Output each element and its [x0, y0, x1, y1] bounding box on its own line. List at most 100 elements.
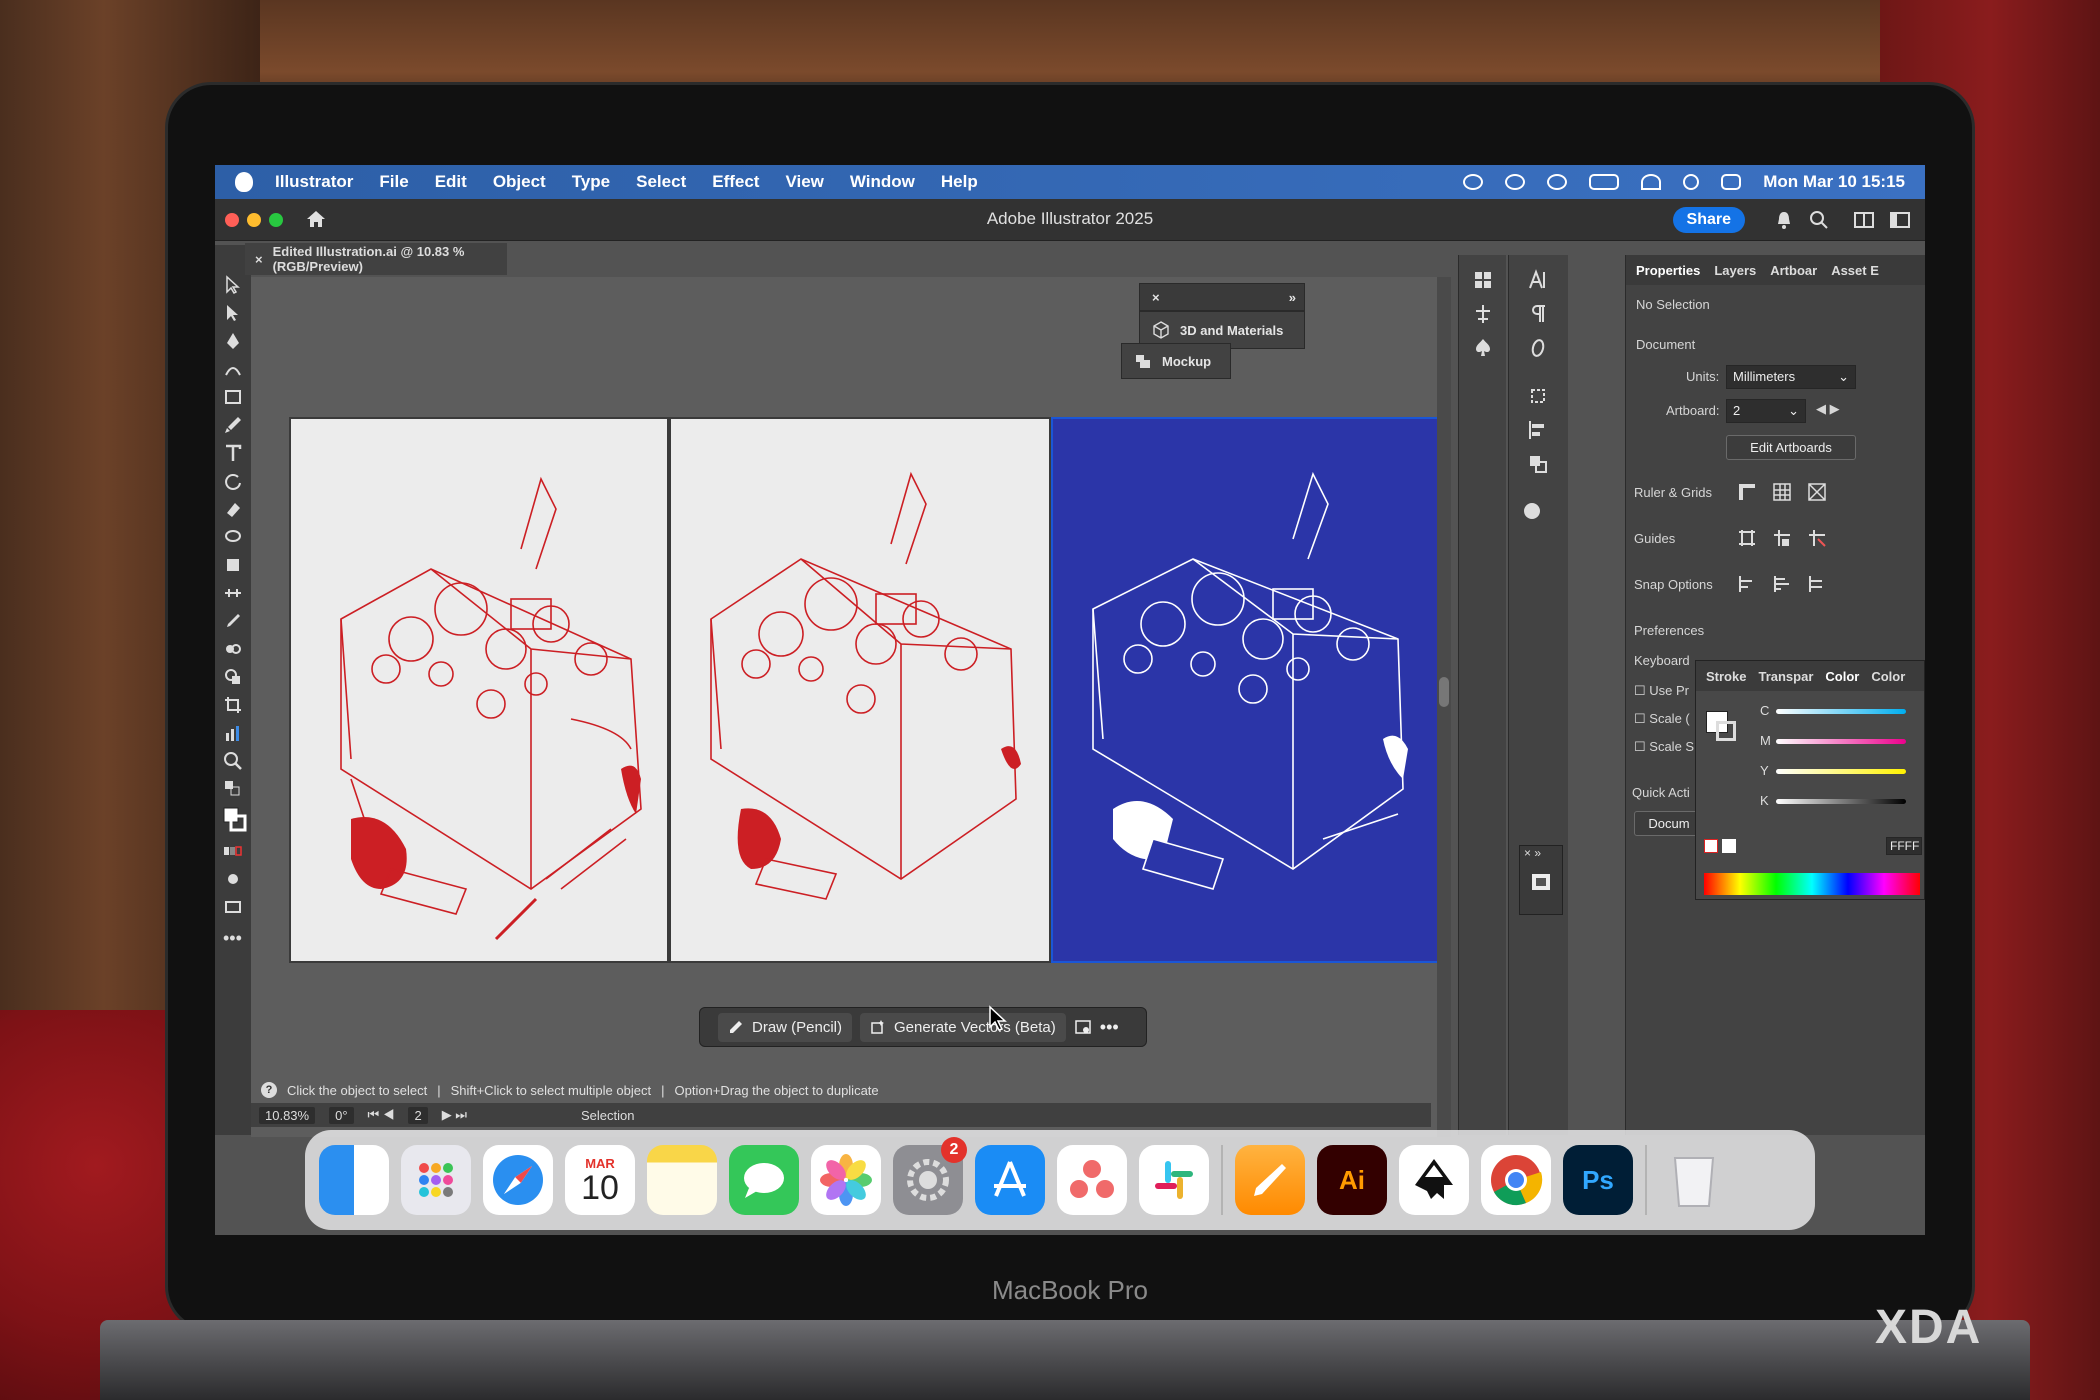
more-tools-icon[interactable]: •••	[223, 929, 243, 953]
units-dropdown[interactable]: Millimeters ⌄	[1726, 365, 1856, 389]
rotation-field[interactable]: 0°	[329, 1106, 354, 1124]
color-spectrum[interactable]	[1704, 873, 1920, 895]
edit-artboards-button[interactable]: Edit Artboards	[1726, 435, 1856, 460]
more-options-icon[interactable]: •••	[1100, 1017, 1119, 1038]
eraser-tool-icon[interactable]	[223, 499, 243, 519]
graph-tool-icon[interactable]	[223, 723, 243, 743]
shape-builder-tool-icon[interactable]	[223, 667, 243, 687]
cyan-slider[interactable]	[1776, 709, 1906, 714]
draw-pencil-button[interactable]: Draw (Pencil)	[718, 1012, 853, 1042]
tab-color-guide[interactable]: Color	[1871, 669, 1905, 684]
chrome-icon[interactable]	[1481, 1145, 1551, 1215]
zoom-level-field[interactable]: 10.83%	[259, 1106, 316, 1124]
snap-to-glyph-icon[interactable]	[1806, 573, 1828, 595]
menu-edit[interactable]: Edit	[435, 172, 467, 192]
transform-icon[interactable]	[1527, 385, 1549, 407]
tab-asset-export[interactable]: Asset E	[1831, 263, 1879, 278]
panel-toggle-icon[interactable]	[1889, 209, 1911, 231]
scrollbar-thumb[interactable]	[1439, 677, 1449, 707]
inkscape-icon[interactable]	[1399, 1145, 1469, 1215]
launchpad-icon[interactable]	[401, 1145, 471, 1215]
menubar-clock[interactable]: Mon Mar 10 15:15	[1763, 172, 1905, 192]
fill-stroke-swatch-icon[interactable]	[223, 807, 247, 833]
menu-effect[interactable]: Effect	[712, 172, 759, 192]
symbols-icon[interactable]	[1472, 337, 1494, 359]
trash-icon[interactable]	[1659, 1145, 1729, 1215]
rulers-icon[interactable]	[1736, 481, 1758, 503]
show-guides-icon[interactable]	[1736, 527, 1758, 549]
black-slider[interactable]	[1776, 799, 1906, 804]
calendar-icon[interactable]: MAR 10	[565, 1145, 635, 1215]
blend-tool-icon[interactable]	[223, 639, 243, 659]
creative-cloud-icon[interactable]	[1463, 174, 1484, 190]
bell-icon[interactable]	[1773, 209, 1795, 231]
search-icon[interactable]	[1808, 209, 1830, 231]
share-button[interactable]: Share	[1672, 207, 1745, 233]
menu-type[interactable]: Type	[572, 172, 610, 192]
grid-icon[interactable]	[1771, 481, 1793, 503]
asana-icon[interactable]	[1057, 1145, 1127, 1215]
none-swatch[interactable]	[1704, 839, 1718, 853]
lock-guides-icon[interactable]	[1771, 527, 1793, 549]
apple-icon[interactable]	[235, 172, 253, 192]
menu-select[interactable]: Select	[636, 172, 686, 192]
tab-properties[interactable]: Properties	[1636, 263, 1700, 278]
selection-tool-icon[interactable]	[223, 275, 243, 295]
crop-tool-icon[interactable]	[223, 695, 243, 715]
pathfinder-icon[interactable]	[1527, 453, 1549, 475]
lasso-tool-icon[interactable]	[223, 527, 243, 547]
default-colors-icon[interactable]	[223, 779, 243, 799]
tab-artboards[interactable]: Artboar	[1770, 263, 1817, 278]
width-tool-icon[interactable]	[223, 583, 243, 603]
scale-strokes-checkbox[interactable]: ☐ Scale S	[1634, 739, 1694, 755]
menu-window[interactable]: Window	[850, 172, 915, 192]
photos-icon[interactable]	[811, 1145, 881, 1215]
menu-app-name[interactable]: Illustrator	[275, 172, 353, 192]
artboards-panel-icon[interactable]	[1530, 872, 1552, 892]
character-icon[interactable]	[1527, 269, 1549, 291]
smart-guides-icon[interactable]	[1806, 527, 1828, 549]
mini-panel-controls[interactable]: × »	[1520, 846, 1562, 860]
pages-icon[interactable]	[1235, 1145, 1305, 1215]
people-icon[interactable]	[1505, 174, 1526, 190]
scale-corners-checkbox[interactable]: ☐ Scale (	[1634, 711, 1690, 727]
safari-icon[interactable]	[483, 1145, 553, 1215]
yellow-slider[interactable]	[1776, 769, 1906, 774]
hex-field[interactable]: FFFF	[1886, 837, 1922, 855]
paintbrush-tool-icon[interactable]	[223, 415, 243, 435]
direct-selection-tool-icon[interactable]	[223, 303, 243, 323]
artboard-3[interactable]	[1051, 417, 1439, 963]
canvas-area[interactable]: × » 3D and Materials Mockup Draw (Pencil…	[251, 277, 1451, 1137]
snap-to-point-icon[interactable]	[1736, 573, 1758, 595]
app-store-icon[interactable]	[975, 1145, 1045, 1215]
libraries-icon[interactable]	[1472, 269, 1494, 291]
transparency-grid-icon[interactable]	[1806, 481, 1828, 503]
menu-help[interactable]: Help	[941, 172, 978, 192]
messages-icon[interactable]	[729, 1145, 799, 1215]
use-preview-checkbox[interactable]: ☐ Use Pr	[1634, 683, 1689, 699]
finder-icon[interactable]	[319, 1145, 389, 1215]
artboard-number-field[interactable]: 2	[408, 1106, 428, 1124]
snap-to-pixel-icon[interactable]	[1771, 573, 1793, 595]
type-tool-icon[interactable]	[223, 443, 243, 463]
illustrator-icon[interactable]: Ai	[1317, 1145, 1387, 1215]
vertical-scrollbar[interactable]	[1437, 277, 1451, 1137]
next-artboard-icon[interactable]: ▶ ⏭	[442, 1107, 467, 1123]
floating-panel-header[interactable]: × »	[1139, 283, 1305, 311]
image-options-icon[interactable]	[1074, 1018, 1092, 1036]
tab-stroke[interactable]: Stroke	[1706, 669, 1746, 684]
eyedropper-tool-icon[interactable]	[223, 611, 243, 631]
tab-color[interactable]: Color	[1825, 669, 1859, 684]
magenta-slider[interactable]	[1776, 739, 1906, 744]
fill-stroke-indicator-icon[interactable]	[1706, 711, 1736, 741]
generate-vectors-button[interactable]: Generate Vectors (Beta)	[860, 1012, 1066, 1042]
rotate-tool-icon[interactable]	[223, 471, 243, 491]
pen-tool-icon[interactable]	[223, 331, 243, 351]
mockup-panel[interactable]: Mockup	[1121, 343, 1231, 379]
system-settings-icon[interactable]: 2	[893, 1137, 967, 1215]
help-icon[interactable]: ?	[261, 1082, 277, 1098]
control-center-icon[interactable]	[1721, 174, 1742, 190]
first-artboard-icon[interactable]: ⏮ ◀	[368, 1107, 395, 1123]
artboard-tool-icon[interactable]	[223, 555, 243, 575]
search-icon[interactable]	[1683, 174, 1700, 190]
